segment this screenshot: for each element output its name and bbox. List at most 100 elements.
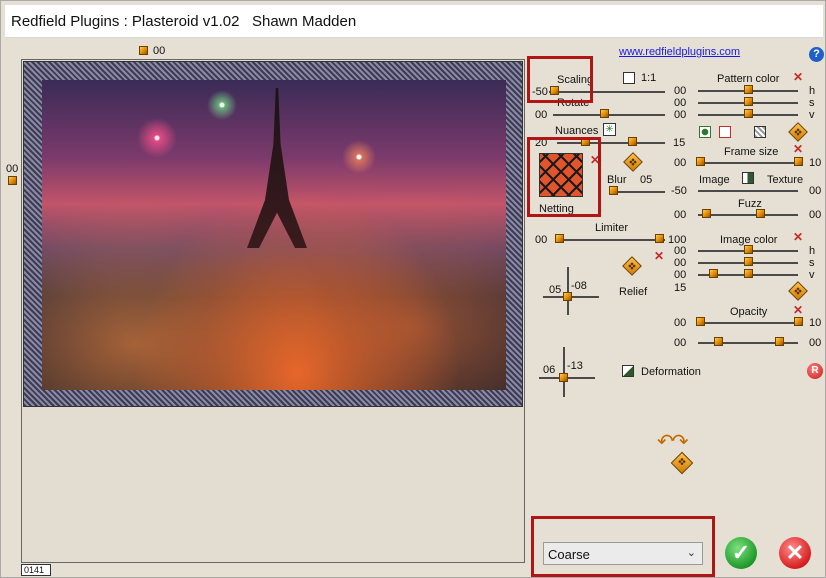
cancel-button[interactable]: ✕ [779, 537, 811, 569]
opacity-knob-right[interactable] [794, 317, 803, 326]
eiffel-tower-shape [247, 88, 307, 248]
pattern-v-label: v [809, 109, 815, 121]
limiter-value-left: 00 [535, 234, 548, 246]
relief-x-value: 05 [549, 284, 562, 296]
image-color-dice-icon[interactable] [788, 281, 808, 301]
website-link[interactable]: www.redfieldplugins.com [619, 46, 740, 58]
preview-left-knob[interactable] [8, 176, 17, 185]
relief-pad-knob[interactable] [563, 292, 572, 301]
fuzz-track[interactable] [698, 214, 798, 216]
frame-size-track[interactable] [698, 162, 798, 164]
netting-dice-icon[interactable] [623, 152, 643, 172]
opacity-knob-2a[interactable] [714, 337, 723, 346]
random-dice-icon[interactable] [670, 451, 694, 475]
deformation-y-value: -13 [567, 360, 583, 372]
image-s-knob[interactable] [744, 257, 753, 266]
image-texture-track[interactable] [698, 190, 798, 192]
preview-image[interactable] [23, 61, 523, 407]
pattern-s-value: 00 [674, 97, 687, 109]
limiter-slider-knob-left[interactable] [555, 234, 564, 243]
fuzz-knob-right[interactable] [756, 209, 765, 218]
opacity-right2-value: 00 [809, 337, 822, 349]
rotate-slider-track[interactable] [553, 114, 665, 116]
firework-shape [207, 90, 237, 120]
image-v-knob-right[interactable] [744, 269, 753, 278]
deformation-x-value: 06 [543, 364, 556, 376]
nuances-value-right: 15 [673, 137, 686, 149]
limiter-dice-icon[interactable] [622, 256, 642, 276]
image-texture-toggle[interactable] [742, 172, 754, 184]
limiter-close-icon[interactable]: ✕ [654, 250, 664, 262]
frame-size-knob-left[interactable] [696, 157, 705, 166]
limiter-slider-knob-right[interactable] [655, 234, 664, 243]
deformation-pad-knob[interactable] [559, 373, 568, 382]
frame-size-close-icon[interactable]: ✕ [793, 143, 803, 155]
nuances-burst-icon[interactable]: ✳ [603, 123, 616, 136]
preview-top-knob[interactable] [139, 46, 148, 55]
help-icon[interactable]: ? [809, 47, 824, 62]
pattern-h-label: h [809, 85, 816, 97]
limiter-label: Limiter [595, 222, 629, 234]
preview-counter-box: 0141 [21, 564, 51, 576]
nuances-slider-knob-right[interactable] [628, 137, 637, 146]
deformation-checkbox[interactable] [622, 365, 634, 377]
rotate-slider-knob[interactable] [600, 109, 609, 118]
pattern-mode-empty-icon[interactable] [719, 126, 731, 138]
preview-left-value: 00 [6, 163, 19, 175]
relief-y-value: -08 [571, 280, 587, 292]
pattern-s-knob[interactable] [744, 97, 753, 106]
limiter-slider-track[interactable] [555, 239, 665, 241]
image-h-label: h [809, 245, 816, 257]
pattern-mode-texture-icon[interactable] [754, 126, 766, 138]
image-v-knob-left[interactable] [709, 269, 718, 278]
opacity-left-value: 00 [674, 317, 687, 329]
preview-counter: 0141 [24, 565, 45, 575]
deformation-label: Deformation [641, 366, 701, 378]
relief-pad-vertical[interactable] [567, 267, 569, 315]
pattern-v-knob[interactable] [744, 109, 753, 118]
fuzz-right-value: 00 [809, 209, 822, 221]
nuances-label: Nuances [555, 125, 599, 137]
opacity-right-value: 10 [809, 317, 822, 329]
deformation-pad-vertical[interactable] [563, 347, 565, 397]
opacity-track[interactable] [698, 322, 798, 324]
opacity-knob-2b[interactable] [775, 337, 784, 346]
firework-shape [342, 140, 376, 174]
pattern-s-label: s [809, 97, 815, 109]
preview-top-value: 00 [153, 45, 166, 57]
pattern-color-close-icon[interactable]: ✕ [793, 71, 803, 83]
ok-button[interactable]: ✓ [725, 537, 757, 569]
rotate-value: 00 [535, 109, 548, 121]
fuzz-left-value: 00 [674, 209, 687, 221]
pattern-mode-icon[interactable] [699, 126, 711, 138]
blur-value: 05 [640, 174, 653, 186]
title-bar: Redfield Plugins : Plasteroid v1.02 Shaw… [5, 5, 823, 38]
image-h-knob[interactable] [744, 245, 753, 254]
ratio-checkbox[interactable] [623, 72, 635, 84]
frame-size-knob-right[interactable] [794, 157, 803, 166]
preview-photo [42, 80, 506, 390]
image-v-label: v [809, 269, 815, 281]
pattern-h-value: 00 [674, 85, 687, 97]
opacity-knob-left[interactable] [696, 317, 705, 326]
undo-redo-arrows-icon[interactable]: ↶↷ [657, 429, 688, 454]
texture-label: Texture [767, 174, 804, 186]
fuzz-knob-left[interactable] [702, 209, 711, 218]
ratio-label: 1:1 [641, 72, 657, 84]
pattern-h-knob[interactable] [744, 85, 753, 94]
image-color-close-icon[interactable]: ✕ [793, 231, 803, 243]
image-color-extra-value: 15 [674, 282, 687, 294]
pattern-dice-icon[interactable] [788, 122, 808, 142]
image-h-value: 00 [674, 245, 687, 257]
image-texture-right-value: 00 [809, 185, 822, 197]
opacity-close-icon[interactable]: ✕ [793, 304, 803, 316]
window-title: Redfield Plugins : Plasteroid v1.02 Shaw… [11, 13, 357, 30]
highlight-quality [531, 516, 715, 577]
image-s-label: s [809, 257, 815, 269]
pattern-v-value: 00 [674, 109, 687, 121]
frame-size-right-value: 10 [809, 157, 822, 169]
blur-slider-knob[interactable] [609, 186, 618, 195]
image-v-value: 00 [674, 269, 687, 281]
blur-label: Blur [607, 174, 627, 186]
reset-button[interactable]: R [807, 363, 823, 379]
